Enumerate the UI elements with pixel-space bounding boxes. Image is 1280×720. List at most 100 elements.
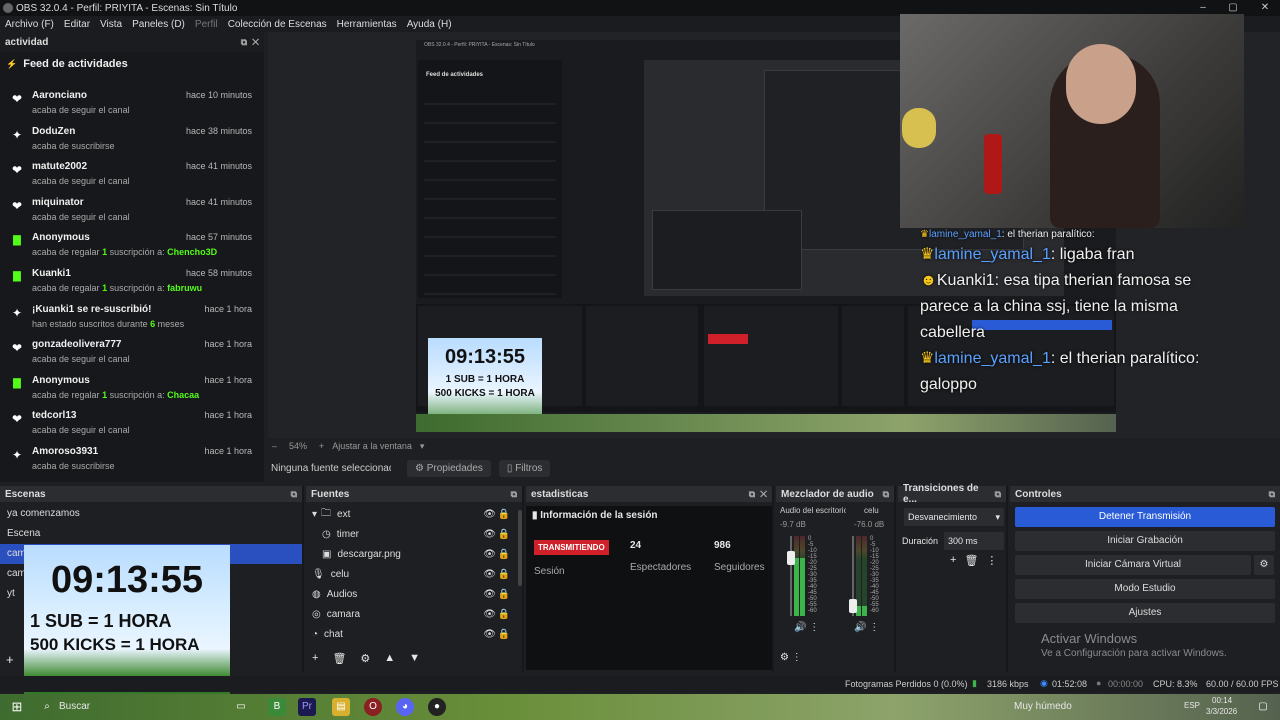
lock-icon[interactable]: 🔒 xyxy=(498,589,510,600)
channel2-meter-group: 0 -5 -10 -15 -20 -25 -30 -35 -40 -45 -50 -55 -60 xyxy=(849,536,892,616)
move-up-icon[interactable]: ▲ xyxy=(384,652,395,665)
duration-input[interactable]: 300 ms xyxy=(944,532,1004,550)
lock-icon[interactable]: 🔒 xyxy=(498,549,510,560)
gear-icon[interactable]: ⚙ xyxy=(1254,555,1274,575)
eye-icon[interactable]: 👁 xyxy=(483,629,496,640)
lock-icon[interactable]: 🔒 xyxy=(498,629,510,640)
weather[interactable]: Muy húmedo xyxy=(1014,701,1072,712)
volume-slider[interactable] xyxy=(790,536,792,616)
dock-close-icon[interactable]: ⧉ ✕ xyxy=(749,489,767,500)
app-icon[interactable]: B xyxy=(268,698,286,716)
mixer-settings-icon[interactable]: ⚙ ⋮ xyxy=(780,652,802,663)
lock-icon[interactable]: 🔒 xyxy=(498,569,510,580)
opera-icon[interactable]: O xyxy=(364,698,382,716)
chat-line: ☻Kuanki1: esa tipa therian famosa se par… xyxy=(920,268,1240,346)
speaker-icon[interactable]: 🔊 ⋮ xyxy=(794,622,819,633)
speaker-icon[interactable]: 🔊 ⋮ xyxy=(854,622,879,633)
feed-item-time: hace 41 minutos xyxy=(185,196,252,207)
dock-float-icon[interactable]: ⧉ xyxy=(511,489,517,500)
eye-icon[interactable]: 👁 xyxy=(483,569,496,580)
eye-icon[interactable]: 👁 xyxy=(483,549,496,560)
task-view-icon[interactable]: ▭ xyxy=(232,698,250,716)
lock-icon[interactable]: 🔒 xyxy=(498,509,510,520)
source-item[interactable]: ◔ chat 👁 🔒 xyxy=(306,624,522,644)
source-item[interactable]: ▣ descargar.png 👁 🔒 xyxy=(306,544,522,564)
dock-float-icon[interactable]: ⧉ xyxy=(1269,489,1275,500)
menu-ayuda[interactable]: Ayuda (H) xyxy=(402,19,457,30)
feed-desc-text: acaba de seguir el canal xyxy=(32,211,130,222)
add-transition-button[interactable]: + xyxy=(950,554,956,567)
close-button[interactable]: ✕ xyxy=(1250,0,1280,16)
language[interactable]: ESP xyxy=(1184,701,1200,710)
source-item[interactable]: ▾ 🗀 ext 👁 🔒 xyxy=(306,504,522,524)
zoom-out-button[interactable]: – xyxy=(272,441,277,451)
dock-float-icon[interactable]: ⧉ ✕ xyxy=(241,37,259,48)
dock-float-icon[interactable]: ⧉ xyxy=(291,489,297,500)
menu-archivo[interactable]: Archivo (F) xyxy=(0,19,59,30)
menu-editar[interactable]: Editar xyxy=(59,19,95,30)
feed-item-desc: acaba de seguir el canal xyxy=(32,212,130,222)
zoom-in-button[interactable]: + xyxy=(319,441,324,451)
zoom-fit-select[interactable]: Ajustar a la ventana xyxy=(332,441,412,451)
source-label: camara xyxy=(326,608,361,620)
eye-icon[interactable]: 👁 xyxy=(483,589,496,600)
eye-icon[interactable]: 👁 xyxy=(483,529,496,540)
notifications-icon[interactable]: ▢ xyxy=(1254,698,1272,716)
studio-mode-button[interactable]: Modo Estudio xyxy=(1015,579,1275,599)
chevron-down-icon[interactable]: ▾ xyxy=(420,441,425,452)
status-bar: Fotogramas Perdidos 0 (0.0%) ▮ 3186 kbps… xyxy=(0,676,1280,692)
expand-icon[interactable]: ▾ xyxy=(312,509,317,520)
start-recording-button[interactable]: Iniciar Grabación xyxy=(1015,531,1275,551)
stop-stream-button[interactable]: Detener Transmisión xyxy=(1015,507,1275,527)
trash-icon[interactable]: 🗑 xyxy=(332,652,346,665)
search-icon[interactable]: ⌕ xyxy=(38,698,56,716)
menu-herramientas[interactable]: Herramientas xyxy=(332,19,402,30)
volume-knob[interactable] xyxy=(849,599,857,614)
move-down-icon[interactable]: ▼ xyxy=(409,652,420,665)
menu-coleccion-escenas[interactable]: Colección de Escenas xyxy=(223,19,332,30)
transitions-title: Transiciones de e... xyxy=(903,483,979,505)
menu-vista[interactable]: Vista xyxy=(95,19,127,30)
clock-date[interactable]: 3/3/2026 xyxy=(1206,707,1237,716)
scene-item[interactable]: ya comenzamos xyxy=(0,504,302,524)
menu-paneles[interactable]: Paneles (D) xyxy=(127,19,190,30)
eye-icon[interactable]: 👁 xyxy=(483,609,496,620)
channel1-name: Audio del escritorio xyxy=(780,506,846,515)
nested-feed-title: Feed de actividades xyxy=(426,72,484,78)
properties-button[interactable]: ⚙ Propiedades xyxy=(407,459,491,477)
trash-icon[interactable]: 🗑 xyxy=(964,554,978,567)
menu-perfil[interactable]: Perfil xyxy=(190,19,223,30)
premiere-icon[interactable]: Pr xyxy=(298,698,316,716)
filters-button[interactable]: ▯ Filtros xyxy=(498,459,551,477)
volume-knob[interactable] xyxy=(787,551,795,566)
scene-item[interactable]: Escena xyxy=(0,524,302,544)
start-virtual-camera-button[interactable]: Iniciar Cámara Virtual xyxy=(1015,555,1251,575)
feed-item-time: hace 1 hora xyxy=(204,339,252,350)
dock-float-icon[interactable]: ⧉ xyxy=(883,489,889,500)
discord-icon[interactable]: ◕ xyxy=(396,698,414,716)
lock-icon[interactable]: 🔒 xyxy=(498,529,510,540)
dock-float-icon[interactable]: ⧉ xyxy=(995,489,1001,500)
source-item[interactable]: ◍ Audios 👁 🔒 xyxy=(306,584,522,604)
gear-icon: ⚙ xyxy=(415,462,427,474)
audio-icon: ◍ xyxy=(312,588,321,600)
add-source-button[interactable]: + xyxy=(312,652,318,665)
settings-button[interactable]: Ajustes xyxy=(1015,603,1275,623)
chat-user: Kuanki1 xyxy=(936,272,995,289)
lock-icon[interactable]: 🔒 xyxy=(498,609,510,620)
add-scene-button[interactable]: + xyxy=(6,652,14,667)
obs-taskbar-icon[interactable]: ● xyxy=(428,698,446,716)
eye-icon[interactable]: 👁 xyxy=(483,509,496,520)
file-explorer-icon[interactable]: ▤ xyxy=(332,698,350,716)
more-icon[interactable]: ⋮ xyxy=(986,554,997,567)
clock-time[interactable]: 00:14 xyxy=(1212,696,1232,705)
source-item[interactable]: 🎙 celu 👁 🔒 xyxy=(306,564,522,584)
transition-select[interactable]: Desvanecimiento ▾ xyxy=(904,508,1004,526)
source-item[interactable]: ◎ camara 👁 🔒 xyxy=(306,604,522,624)
duration-label: Duración xyxy=(902,536,939,546)
sources-scrollbar[interactable] xyxy=(518,510,522,586)
gear-icon[interactable]: ⚙ xyxy=(360,652,370,665)
source-item[interactable]: ◷ timer 👁 🔒 xyxy=(306,524,522,544)
windows-start-icon[interactable]: ⊞ xyxy=(8,698,26,716)
taskbar-search[interactable]: Buscar xyxy=(59,701,90,712)
